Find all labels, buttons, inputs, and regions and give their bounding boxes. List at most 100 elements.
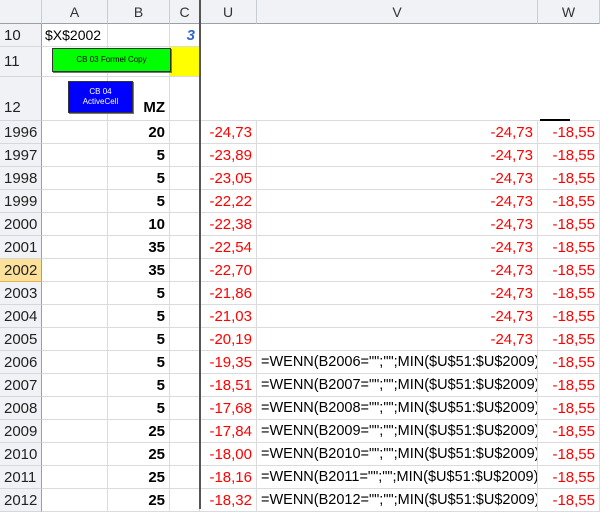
column-header-u[interactable]: U [200, 0, 257, 24]
cell-u[interactable]: -22,54 [200, 236, 257, 259]
row-header[interactable]: 2002 [0, 259, 42, 282]
cell-a[interactable] [42, 443, 108, 466]
row-header[interactable]: 2009 [0, 420, 42, 443]
cell-b[interactable]: 35 [108, 236, 170, 259]
cell-b[interactable]: 25 [108, 466, 170, 489]
cell-u[interactable]: -22,22 [200, 190, 257, 213]
cell-a[interactable] [42, 259, 108, 282]
cell-a[interactable] [42, 121, 108, 144]
cell-a[interactable] [42, 167, 108, 190]
cell-w[interactable]: -18,55 [538, 420, 600, 443]
cell-v[interactable]: -24,73 [257, 259, 538, 282]
formel-copy-button[interactable]: CB 03 Formel Copy [52, 48, 171, 72]
cell-v[interactable]: -24,73 [257, 236, 538, 259]
row-header[interactable]: 2011 [0, 466, 42, 489]
cell-c[interactable] [170, 282, 200, 305]
cell-u[interactable]: -19,35 [200, 351, 257, 374]
row-header[interactable]: 1999 [0, 190, 42, 213]
cell-a[interactable] [42, 305, 108, 328]
cell-c11[interactable] [170, 47, 200, 77]
cell-a[interactable] [42, 397, 108, 420]
cell-c[interactable] [170, 328, 200, 351]
cell-b[interactable]: 5 [108, 305, 170, 328]
cell-w[interactable]: -18,55 [538, 259, 600, 282]
cell-c[interactable] [170, 259, 200, 282]
cell-v[interactable]: =WENN(B2009="";"";MIN($U$51:$U$2009)) [257, 420, 538, 443]
cell-u[interactable]: -18,51 [200, 374, 257, 397]
row-header-10[interactable]: 10 [0, 24, 42, 47]
cell-u[interactable]: -18,00 [200, 443, 257, 466]
cell-b10[interactable] [108, 24, 170, 47]
cell-u[interactable]: -23,05 [200, 167, 257, 190]
cell-b[interactable]: 5 [108, 351, 170, 374]
row-header[interactable]: 2010 [0, 443, 42, 466]
cell-c12[interactable] [170, 77, 200, 121]
cell-c[interactable] [170, 374, 200, 397]
cell-w[interactable]: -18,55 [538, 466, 600, 489]
cell-v[interactable]: -24,73 [257, 213, 538, 236]
cell-b[interactable]: 10 [108, 213, 170, 236]
cell-v[interactable]: -24,73 [257, 144, 538, 167]
cell-v[interactable]: -24,73 [257, 190, 538, 213]
cell-a[interactable] [42, 420, 108, 443]
cell-b[interactable]: 5 [108, 144, 170, 167]
cell-a[interactable] [42, 282, 108, 305]
row-header-11[interactable]: 11 [0, 47, 42, 77]
cell-v[interactable]: -24,73 [257, 305, 538, 328]
cell-u[interactable]: -18,16 [200, 466, 257, 489]
cell-u[interactable]: -17,68 [200, 397, 257, 420]
cell-a[interactable] [42, 374, 108, 397]
cell-c[interactable] [170, 351, 200, 374]
cell-b[interactable]: 25 [108, 420, 170, 443]
cell-b[interactable]: 5 [108, 374, 170, 397]
cell-v[interactable]: -24,73 [257, 167, 538, 190]
cell-u[interactable]: -21,86 [200, 282, 257, 305]
column-header-b[interactable]: B [108, 0, 170, 24]
cell-v[interactable]: -24,73 [257, 121, 538, 144]
active-cell-button[interactable]: CB 04 ActiveCell [68, 81, 133, 113]
cell-a[interactable] [42, 213, 108, 236]
cell-w[interactable]: -18,55 [538, 236, 600, 259]
row-header[interactable]: 2004 [0, 305, 42, 328]
cell-b[interactable]: 5 [108, 397, 170, 420]
cell-w[interactable]: -18,55 [538, 190, 600, 213]
row-header[interactable]: 2001 [0, 236, 42, 259]
cell-c[interactable] [170, 213, 200, 236]
cell-a[interactable] [42, 190, 108, 213]
cell-w[interactable]: -18,55 [538, 397, 600, 420]
cell-b[interactable]: 5 [108, 190, 170, 213]
row-header[interactable]: 2005 [0, 328, 42, 351]
cell-v[interactable]: =WENN(B2011="";"";MIN($U$51:$U$2009)) [257, 466, 538, 489]
row-header[interactable]: 1998 [0, 167, 42, 190]
cell-c[interactable] [170, 397, 200, 420]
cell-b[interactable]: 20 [108, 121, 170, 144]
cell-b[interactable]: 5 [108, 328, 170, 351]
cell-b[interactable]: 5 [108, 282, 170, 305]
cell-u[interactable]: -23,89 [200, 144, 257, 167]
cell-u[interactable]: -24,73 [200, 121, 257, 144]
cell-w[interactable]: -18,55 [538, 282, 600, 305]
cell-c[interactable] [170, 305, 200, 328]
cell-w[interactable]: -18,55 [538, 121, 600, 144]
row-header-12[interactable]: 12 [0, 77, 42, 121]
cell-a10[interactable]: $X$2002 [42, 24, 108, 47]
row-header[interactable]: 1997 [0, 144, 42, 167]
cell-u[interactable]: -22,70 [200, 259, 257, 282]
cell-a[interactable] [42, 328, 108, 351]
row-header[interactable]: 2008 [0, 397, 42, 420]
cell-w[interactable]: -18,55 [538, 167, 600, 190]
select-all-corner[interactable] [0, 0, 42, 24]
cell-a[interactable] [42, 466, 108, 489]
cell-w[interactable]: -18,55 [538, 328, 600, 351]
cell-v[interactable]: -24,73 [257, 282, 538, 305]
cell-v[interactable]: =WENN(B2006="";"";MIN($U$51:$U$2009)) [257, 351, 538, 374]
spreadsheet-grid[interactable]: A B C U V W 10 $X$2002 3 11 12 MZ CB 03 … [0, 0, 600, 512]
row-header[interactable]: 1996 [0, 121, 42, 144]
cell-c[interactable] [170, 144, 200, 167]
cell-w[interactable]: -18,55 [538, 374, 600, 397]
cell-w[interactable]: -18,55 [538, 351, 600, 374]
row-header[interactable]: 2000 [0, 213, 42, 236]
cell-b[interactable]: 25 [108, 443, 170, 466]
cell-v[interactable]: =WENN(B2008="";"";MIN($U$51:$U$2009)) [257, 397, 538, 420]
cell-b[interactable]: 35 [108, 259, 170, 282]
